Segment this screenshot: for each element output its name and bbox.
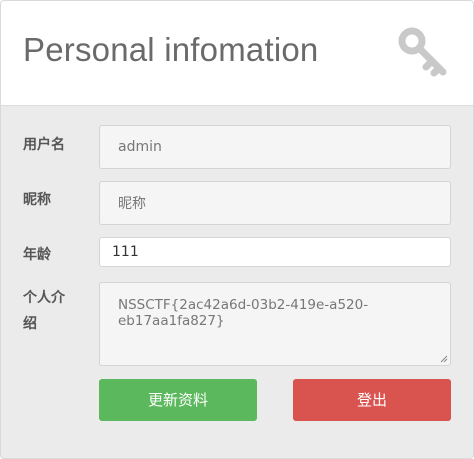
- page-title: Personal infomation: [23, 31, 319, 68]
- card-header: Personal infomation: [1, 1, 473, 106]
- resize-handle-icon[interactable]: [440, 355, 448, 363]
- nickname-label: 昵称: [23, 192, 51, 208]
- nickname-field[interactable]: 昵称: [99, 181, 451, 225]
- update-profile-button[interactable]: 更新资料: [99, 379, 257, 421]
- bio-value: NSSCTF{2ac42a6d-03b2-419e-a520-eb17aa1fa…: [118, 297, 369, 329]
- username-label: 用户名: [23, 137, 65, 153]
- nickname-placeholder: 昵称: [118, 196, 146, 212]
- username-field[interactable]: admin: [99, 125, 451, 169]
- username-value: admin: [118, 139, 162, 155]
- key-icon: [398, 27, 447, 77]
- logout-button[interactable]: 登出: [293, 379, 451, 421]
- age-field[interactable]: 111: [99, 237, 451, 267]
- bio-label: 个人介绍: [23, 290, 65, 332]
- personal-info-card: Personal infomation 用户名 admin 昵称 昵称 年龄 1…: [0, 0, 474, 459]
- age-value: 111: [112, 244, 139, 260]
- age-label: 年龄: [23, 247, 51, 263]
- bio-textarea[interactable]: NSSCTF{2ac42a6d-03b2-419e-a520-eb17aa1fa…: [99, 282, 451, 366]
